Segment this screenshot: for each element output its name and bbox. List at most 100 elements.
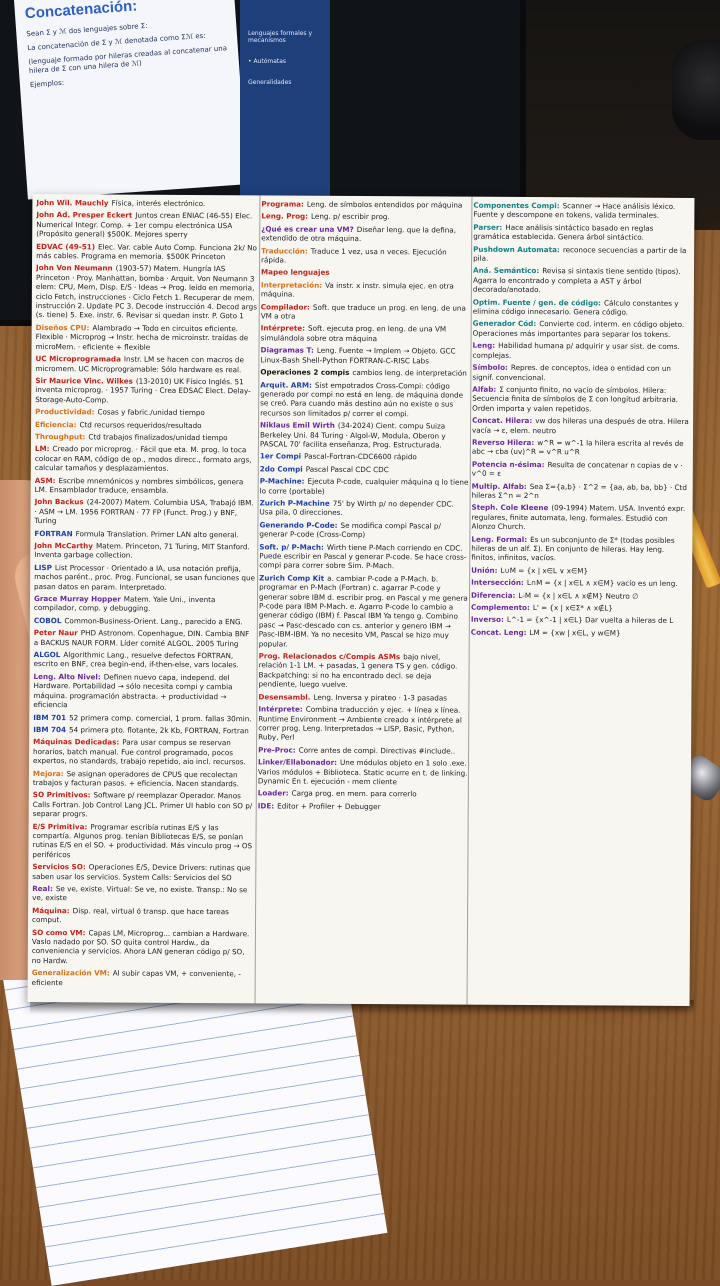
note-title: John Ad. Presper Eckert xyxy=(36,210,132,220)
note-title: John Backus xyxy=(35,497,84,506)
note-title: LM: xyxy=(35,444,50,453)
note-title: Complemento: xyxy=(471,603,530,612)
note-title: Niklaus Emil Wirth xyxy=(260,421,335,430)
note-entry: Aná. Semántico:Revisa si sintaxis tiene … xyxy=(473,266,691,296)
note-entry: IDE:Editor + Profiler + Debugger xyxy=(258,801,468,812)
note-entry: SO Primitivos:Software p/ reemplazar Ope… xyxy=(33,790,255,820)
note-title: IBM 701 xyxy=(33,713,66,722)
note-title: Concat. Hilera: xyxy=(472,416,532,425)
note-body: List Processor · Orientado a IA, usa not… xyxy=(34,563,255,591)
note-body: Common-Business-Orient. Lang., parecido … xyxy=(64,616,242,626)
note-title: IBM 704 xyxy=(33,725,66,734)
note-title: Eficiencia: xyxy=(35,420,76,429)
note-entry: Pre-Proc:Corre antes de compi. Directiva… xyxy=(258,745,468,756)
note-title: SO Primitivos: xyxy=(33,790,91,799)
note-title: Linker/Ellabonador: xyxy=(258,757,337,766)
note-entry: Leng. Formal:Es un subconjunto de Σ* (to… xyxy=(471,534,689,564)
note-entry: SO como VM:Capas LM, Microprog... cambia… xyxy=(32,928,254,967)
note-entry: Máquina:Disp. real, virtual ó transp. qu… xyxy=(32,906,254,926)
note-body: Formula Translation. Primer LAN alto gen… xyxy=(76,529,239,539)
note-entry: 1er CompiPascal-Fortran-CDC6600 rápido xyxy=(260,452,470,463)
note-body: Creado por microprog. · Fácil que eta. M… xyxy=(35,444,252,473)
note-entry: UC MicroprogramadaInstr. LM se hacen con… xyxy=(35,354,257,374)
note-body: Σ conjunto finito, no vacío de símbolos.… xyxy=(472,385,678,413)
note-entry: Interpretación:Va instr. x instr. simula… xyxy=(261,280,471,300)
note-body: Pascal-Fortran-CDC6600 rápido xyxy=(304,452,417,462)
note-body: Carga prog. en mem. para correrlo xyxy=(292,789,417,799)
note-title: John Wil. Mauchly xyxy=(36,198,108,207)
note-title: Traducción: xyxy=(261,246,308,255)
note-entry: Operaciones 2 compiscambios leng. de int… xyxy=(260,367,470,378)
note-entry: LM:Creado por microprog. · Fácil que eta… xyxy=(35,444,257,474)
note-title: P-Machine: xyxy=(260,477,305,486)
note-entry: Zurich P-Machine75' by Wirth p/ no depen… xyxy=(260,498,470,518)
note-entry: Traducción:Traduce 1 vez, usa n veces. E… xyxy=(261,246,471,266)
monitor-document: Concatenación: Sean Σ y ℳ dos lenguajes … xyxy=(14,0,247,200)
note-entry: Real:Se ve, existe. Virtual: Se ve, no e… xyxy=(32,884,254,904)
note-entry: Concat. Hilera:vw dos hileras una despué… xyxy=(472,416,690,436)
note-title: Soft. p/ P-Mach: xyxy=(259,542,324,551)
note-title: John Von Neumann xyxy=(36,263,113,272)
note-entry: 2do CompiPascal Pascal CDC CDC xyxy=(260,464,470,475)
note-entry: Sir Maurice Vinc. Wilkes(13-2010) UK Fís… xyxy=(35,376,257,406)
note-title: E/S Primitiva: xyxy=(33,822,88,831)
note-entry: Loader:Carga prog. en mem. para correrlo xyxy=(258,789,468,800)
note-entry: Alfab:Σ conjunto finito, no vacío de sím… xyxy=(472,385,690,415)
note-body: Pascal Pascal CDC CDC xyxy=(306,464,389,474)
note-body: Leng. de símbolos entendidos por máquina xyxy=(307,200,462,210)
note-entry: Servicios SO:Operaciones E/S, Device Dri… xyxy=(32,862,254,882)
note-title: IDE: xyxy=(258,801,274,810)
note-title: Pushdown Automata: xyxy=(473,244,560,254)
note-title: Diferencia: xyxy=(471,590,515,599)
note-title: COBOL xyxy=(34,616,62,625)
note-title: Potencia n-ésima: xyxy=(472,459,545,468)
notes-column-1: John Wil. MauchlyFísica, interés electró… xyxy=(32,198,259,999)
desk-lamp xyxy=(672,40,720,140)
note-entry: COBOLCommon-Business-Orient. Lang., pare… xyxy=(34,616,256,627)
note-entry: Diagramas T:Leng. Fuente → Implem → Obje… xyxy=(260,346,470,366)
note-title: Loader: xyxy=(258,789,289,798)
note-entry: Multip. Alfab:Sea Σ={a,b} · Σ^2 = {aa, a… xyxy=(472,481,690,501)
monitor-sidebar-item: Lenguajes formales y mecanismos xyxy=(248,30,322,44)
note-title: Aná. Semántico: xyxy=(473,266,539,275)
note-entry: Unión:L∪M = {x | x∈L ∨ x∈M} xyxy=(471,565,689,576)
note-title: Intersección: xyxy=(471,578,524,587)
note-title: Máquinas Dedicadas: xyxy=(33,737,119,747)
note-title: Inverso: xyxy=(471,615,504,624)
note-title: Interpretación: xyxy=(261,280,322,289)
note-entry: Generador Cód:Convierte cod. interm. en … xyxy=(473,319,691,339)
note-title: SO como VM: xyxy=(32,928,86,937)
note-entry: Potencia n-ésima:Resulta de concatenar n… xyxy=(472,459,690,479)
note-body: Se ve, existe. Virtual: Se ve, no existe… xyxy=(32,884,247,902)
note-body: 54 primera pto. flotante, 2k Kb, FORTRAN… xyxy=(69,725,249,735)
note-title: Diagramas T: xyxy=(260,346,313,355)
cheat-sheet-paper: John Wil. MauchlyFísica, interés electró… xyxy=(28,194,695,1006)
note-entry: Máquinas Dedicadas:Para usar compus se r… xyxy=(33,737,255,767)
note-entry: John Wil. MauchlyFísica, interés electró… xyxy=(36,198,258,209)
note-title: Concat. Leng: xyxy=(471,628,527,637)
note-title: Productividad: xyxy=(35,407,94,416)
note-title: Símbolo: xyxy=(472,363,508,372)
note-body: Ctd recursos requeridos/resultado xyxy=(79,420,201,430)
note-entry: Optim. Fuente / gen. de código:Cálculo c… xyxy=(473,297,691,317)
note-title: Operaciones 2 compis xyxy=(260,367,349,377)
note-entry: Intérprete:Combina traducción y ejec. + … xyxy=(258,704,468,743)
note-title: FORTRAN xyxy=(34,529,72,538)
note-entry: John Von Neumann(1903-57) Matem. Hungría… xyxy=(36,263,258,321)
note-title: Alfab: xyxy=(472,385,496,394)
note-body: Editor + Profiler + Debugger xyxy=(277,801,380,811)
note-entry: Niklaus Emil Wirth(34-2024) Cient. compu… xyxy=(260,421,470,451)
note-title: ASM: xyxy=(35,476,56,485)
note-body: Corre antes de compi. Directivas #includ… xyxy=(299,745,456,755)
note-entry: ASM:Escribe mnemónicos y nombres simbóli… xyxy=(35,476,257,496)
note-entry: Componentes Compi:Scanner → Hace análisi… xyxy=(473,201,691,221)
photo-scene: Concatenación: Sean Σ y ℳ dos lenguajes … xyxy=(0,0,720,1280)
note-body: Algorithmic Lang., resuelve defectos FOR… xyxy=(34,650,239,669)
note-entry: Eficiencia:Ctd recursos requeridos/resul… xyxy=(35,420,257,431)
note-entry: John Backus(24-2007) Matem. Columbia USA… xyxy=(34,497,256,527)
note-entry: Productividad:Cosas y fabric./unidad tie… xyxy=(35,407,257,418)
note-entry: Complemento:L' = {x | x∈Σ* ∧ x∉L} xyxy=(471,603,689,614)
note-entry: Grace Murray HopperMatem. Yale Uni., inv… xyxy=(34,594,256,614)
note-entry: Soft. p/ P-Mach:Wirth tiene P-Mach corri… xyxy=(259,542,469,572)
note-title: Intérprete: xyxy=(261,324,305,333)
